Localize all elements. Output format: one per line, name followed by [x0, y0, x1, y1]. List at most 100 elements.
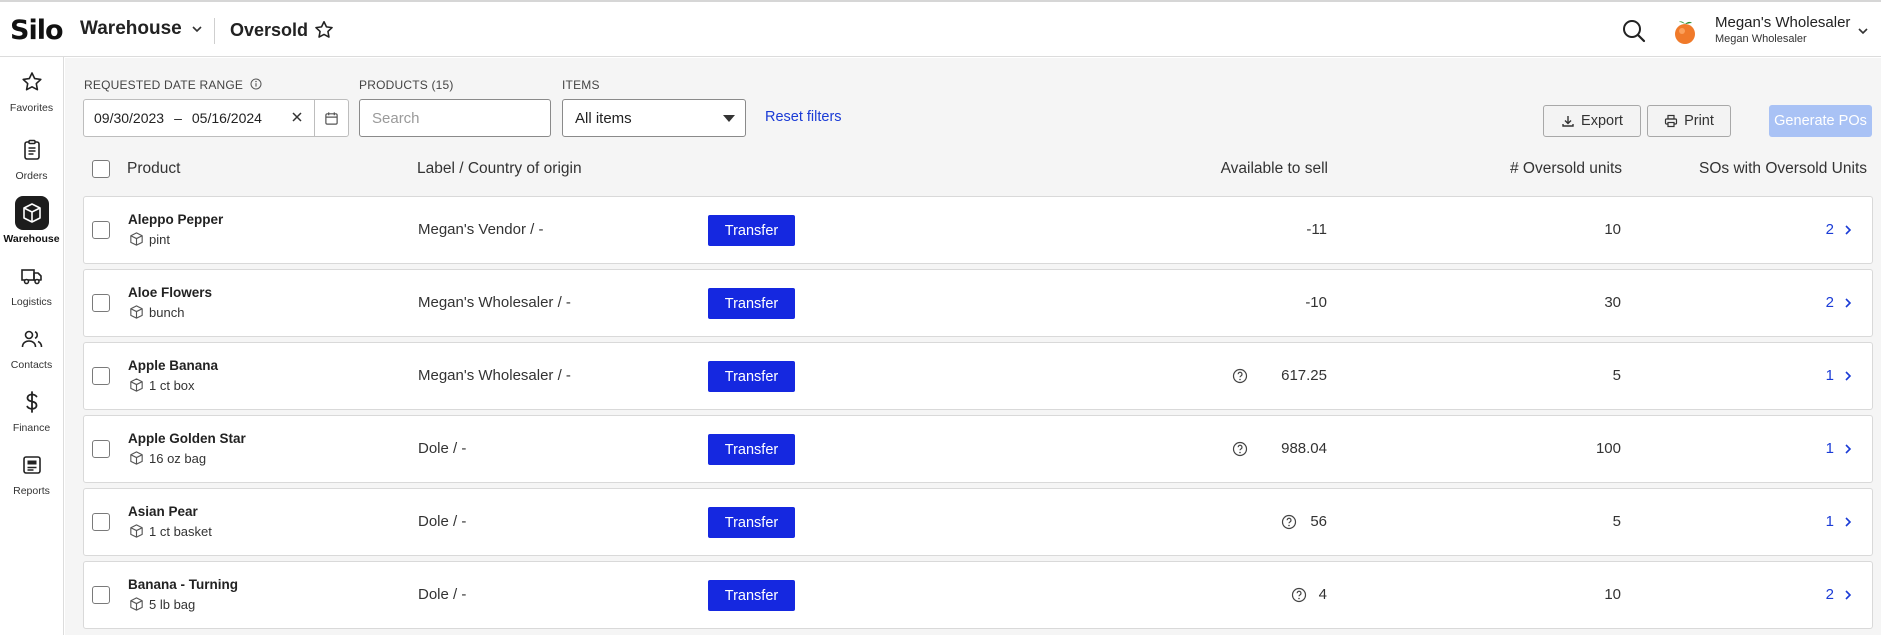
sos-link[interactable]: 1: [1826, 440, 1854, 457]
module-switcher[interactable]: Warehouse: [80, 18, 204, 40]
transfer-button[interactable]: Transfer: [708, 288, 795, 319]
sidebar-item-contacts[interactable]: Contacts: [0, 322, 63, 380]
product-name: Banana - Turning: [128, 577, 238, 592]
select-all-checkbox[interactable]: [92, 160, 110, 178]
chevron-right-icon: [1845, 297, 1852, 308]
pack-label: pint: [149, 232, 170, 247]
module-label: Warehouse: [80, 18, 182, 39]
sidebar-item-label: Logistics: [11, 296, 52, 308]
search-icon[interactable]: [1621, 18, 1647, 44]
product-name: Asian Pear: [128, 504, 198, 519]
row-checkbox[interactable]: [92, 586, 110, 604]
column-sos[interactable]: SOs with Oversold Units: [1699, 160, 1867, 178]
table-row[interactable]: Banana - Turning 5 lb bag Dole / - Trans…: [83, 561, 1873, 629]
generate-pos-button[interactable]: Generate POs: [1769, 105, 1872, 137]
report-icon: [15, 448, 49, 482]
pack-label: 1 ct basket: [149, 524, 212, 539]
label-origin: Dole / -: [418, 586, 467, 603]
account-switcher[interactable]: Megan's Wholesaler Megan Wholesaler: [1715, 14, 1850, 46]
help-icon[interactable]: [1281, 514, 1297, 530]
available-to-sell: -10: [1305, 294, 1327, 311]
column-available[interactable]: Available to sell: [1221, 160, 1328, 178]
search-input[interactable]: [359, 99, 551, 137]
chevron-right-icon: [1845, 443, 1852, 454]
avatar[interactable]: [1672, 17, 1698, 45]
sidebar-item-warehouse[interactable]: Warehouse: [0, 196, 63, 254]
help-icon[interactable]: [1232, 368, 1248, 384]
transfer-button[interactable]: Transfer: [708, 507, 795, 538]
row-checkbox[interactable]: [92, 294, 110, 312]
row-checkbox[interactable]: [92, 440, 110, 458]
sidebar-item-label: Reports: [13, 485, 50, 497]
sos-count: 1: [1825, 513, 1834, 530]
sidebar-item-label: Orders: [15, 170, 48, 182]
users-icon: [15, 322, 49, 356]
close-icon[interactable]: [290, 110, 304, 124]
main-content: REQUESTED DATE RANGE 09/30/2023 – 05/16/…: [65, 58, 1881, 635]
oversold-units: 10: [1604, 221, 1621, 238]
info-icon[interactable]: [250, 78, 262, 90]
table-row[interactable]: Aloe Flowers bunch Megan's Wholesaler / …: [83, 269, 1873, 337]
favorite-star-icon[interactable]: [313, 19, 335, 41]
table-row[interactable]: Aleppo Pepper pint Megan's Vendor / - Tr…: [83, 196, 1873, 264]
oversold-units: 10: [1604, 586, 1621, 603]
label-origin: Megan's Wholesaler / -: [418, 367, 571, 384]
page-title: Oversold: [230, 20, 309, 40]
chevron-down-icon[interactable]: [1856, 24, 1870, 38]
row-checkbox[interactable]: [92, 367, 110, 385]
export-button[interactable]: Export: [1543, 105, 1641, 137]
transfer-button[interactable]: Transfer: [708, 580, 795, 611]
print-button[interactable]: Print: [1647, 105, 1731, 137]
row-checkbox[interactable]: [92, 221, 110, 239]
pack-label: 5 lb bag: [149, 597, 196, 612]
sidebar-item-finance[interactable]: Finance: [0, 385, 63, 443]
sos-link[interactable]: 2: [1826, 586, 1854, 603]
sos-count: 2: [1825, 294, 1834, 311]
sos-count: 2: [1825, 221, 1834, 238]
calendar-button[interactable]: [314, 99, 349, 137]
sidebar-item-logistics[interactable]: Logistics: [0, 259, 63, 317]
sos-link[interactable]: 2: [1826, 221, 1854, 238]
date-range-input[interactable]: 09/30/2023 – 05/16/2024: [83, 99, 315, 137]
account-name: Megan's Wholesaler: [1715, 14, 1851, 31]
package-icon: [130, 524, 143, 538]
reset-filters-link[interactable]: Reset filters: [765, 109, 842, 125]
transfer-button[interactable]: Transfer: [708, 361, 795, 392]
pack-size: pint: [128, 231, 170, 248]
items-select[interactable]: All items: [562, 99, 746, 137]
sidebar-item-label: Finance: [12, 422, 51, 434]
products-label: PRODUCTS (15): [359, 78, 454, 92]
clipboard-icon: [15, 133, 49, 167]
sidebar-item-orders[interactable]: Orders: [0, 133, 63, 191]
label-origin: Megan's Vendor / -: [418, 221, 544, 238]
help-icon[interactable]: [1232, 441, 1248, 457]
package-icon: [130, 378, 143, 392]
sos-link[interactable]: 2: [1826, 294, 1854, 311]
row-checkbox[interactable]: [92, 513, 110, 531]
table-row[interactable]: Apple Golden Star 16 oz bag Dole / - Tra…: [83, 415, 1873, 483]
star-icon: [15, 65, 49, 99]
column-product[interactable]: Product: [127, 160, 180, 178]
table-row[interactable]: Apple Banana 1 ct box Megan's Wholesaler…: [83, 342, 1873, 410]
column-label-origin[interactable]: Label / Country of origin: [417, 160, 582, 178]
logo[interactable]: Silo: [10, 15, 64, 46]
transfer-button[interactable]: Transfer: [708, 434, 795, 465]
oversold-units: 30: [1604, 294, 1621, 311]
printer-icon: [1664, 114, 1678, 128]
sidebar-item-reports[interactable]: Reports: [0, 448, 63, 506]
available-to-sell: 988.04: [1281, 440, 1327, 457]
pack-size: 16 oz bag: [128, 450, 206, 467]
help-icon[interactable]: [1291, 587, 1307, 603]
chevron-right-icon: [1845, 224, 1852, 235]
label-origin: Dole / -: [418, 513, 467, 530]
sos-link[interactable]: 1: [1826, 367, 1854, 384]
product-name: Aloe Flowers: [128, 285, 213, 300]
transfer-button[interactable]: Transfer: [708, 215, 795, 246]
table-row[interactable]: Asian Pear 1 ct basket Dole / - Transfer…: [83, 488, 1873, 556]
items-label: ITEMS: [562, 78, 600, 92]
box-icon: [14, 196, 49, 230]
sidebar-item-favorites[interactable]: Favorites: [0, 65, 63, 123]
truck-icon: [15, 259, 49, 293]
sos-link[interactable]: 1: [1826, 513, 1854, 530]
column-oversold[interactable]: # Oversold units: [1510, 160, 1622, 178]
